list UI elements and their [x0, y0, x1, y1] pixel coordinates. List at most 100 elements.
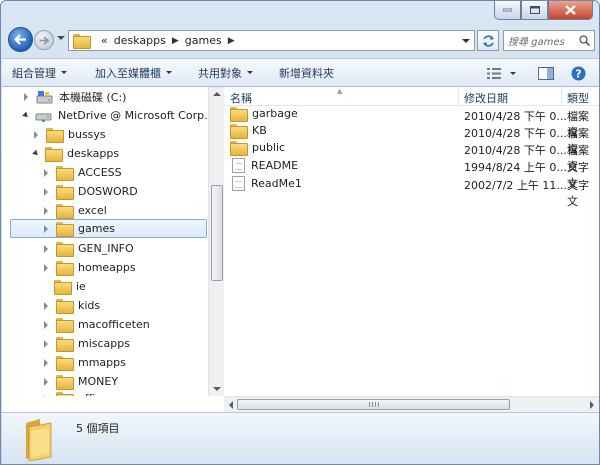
address-history-dropdown[interactable] [462, 39, 470, 43]
organize-menu[interactable]: 組合管理 [2, 62, 77, 84]
expand-icon[interactable] [44, 339, 48, 348]
expand-icon[interactable] [44, 301, 48, 310]
file-date: 1994/8/24 上午 0... [464, 161, 567, 174]
caption-buttons [494, 1, 593, 20]
list-horizontal-scrollbar[interactable] [224, 396, 599, 412]
breadcrumb-chevron-icon[interactable]: ▶ [228, 36, 235, 46]
back-button[interactable] [8, 27, 33, 52]
tree-item-homeapps[interactable]: homeapps [42, 258, 136, 277]
expand-icon[interactable] [44, 168, 48, 177]
new-folder-button[interactable]: 新增資料夾 [269, 62, 344, 84]
expand-icon[interactable] [44, 263, 48, 272]
expand-icon[interactable] [44, 206, 48, 215]
new-folder-label: 新增資料夾 [279, 66, 334, 80]
share-with-menu[interactable]: 共用對象 [188, 62, 263, 84]
expand-icon[interactable] [44, 320, 48, 329]
expand-icon[interactable] [44, 244, 48, 253]
tree-item-macofficeten[interactable]: macofficeten [42, 315, 150, 334]
tree-item-bussys[interactable]: bussys [32, 125, 106, 144]
forward-arrow-icon [39, 35, 49, 45]
column-name[interactable]: 名稱 [230, 90, 252, 106]
file-row-readme1[interactable]: ReadMe1 2002/7/2 上午 11... 文字文 [224, 175, 599, 208]
tree-item-deskapps[interactable]: deskapps [32, 144, 119, 163]
scrollbar-thumb[interactable] [211, 185, 223, 281]
file-date: 2010/4/28 下午 0... [464, 144, 567, 157]
change-view-button[interactable] [483, 62, 505, 84]
scroll-right-icon[interactable] [590, 401, 594, 409]
folder-icon [26, 419, 52, 461]
file-row-garbage[interactable]: garbage 2010/4/28 下午 0... 檔案資 [224, 106, 599, 139]
expand-icon[interactable] [44, 224, 48, 233]
maximize-button[interactable] [521, 1, 548, 20]
tree-item-ie[interactable]: ie [42, 277, 86, 296]
tree-item-excel[interactable]: excel [42, 201, 107, 220]
file-row-readme[interactable]: README 1994/8/24 上午 0... 文字文 [224, 157, 599, 190]
breadcrumb-games[interactable]: games [185, 34, 222, 47]
close-button[interactable] [548, 1, 593, 20]
text-file-icon [232, 158, 245, 173]
tree-item-mmapps[interactable]: mmapps [42, 353, 126, 372]
help-icon: ? [571, 66, 585, 80]
collapse-icon[interactable] [22, 111, 30, 120]
tree-item-gen-info[interactable]: GEN_INFO [42, 239, 134, 258]
file-row-kb[interactable]: KB 2010/4/28 下午 0... 檔案資 [224, 123, 599, 156]
preview-pane-button[interactable] [535, 62, 557, 84]
tree-item-label: 本機磁碟 (C:) [59, 90, 127, 104]
tree-item-dosword[interactable]: DOSWORD [42, 182, 138, 201]
view-options-dropdown[interactable] [507, 62, 519, 84]
breadcrumb-overflow[interactable]: « [101, 34, 108, 47]
scroll-left-icon[interactable] [229, 401, 233, 409]
scroll-down-icon[interactable] [213, 387, 221, 391]
breadcrumb-deskapps[interactable]: deskapps [114, 34, 166, 47]
tree-item-office[interactable]: office [42, 389, 108, 396]
collapse-icon[interactable] [32, 149, 40, 158]
folder-icon [230, 141, 248, 156]
refresh-button[interactable] [477, 30, 499, 51]
folder-icon [73, 34, 91, 49]
forward-button[interactable] [34, 30, 54, 50]
tree-item-games[interactable]: games [10, 219, 207, 238]
tree-item-access[interactable]: ACCESS [42, 163, 122, 182]
share-with-label: 共用對象 [198, 66, 242, 80]
folder-icon [46, 128, 64, 143]
column-header: ▲ 名稱 修改日期 類型 [224, 87, 599, 106]
breadcrumb-chevron-icon[interactable]: ▶ [172, 36, 179, 46]
recent-pages-dropdown[interactable] [57, 36, 65, 40]
tree-item-local-disk[interactable]: 本機磁碟 (C:) [22, 87, 126, 106]
minimize-icon [503, 8, 512, 12]
file-row-public[interactable]: public 2010/4/28 下午 0... 檔案資 [224, 140, 599, 173]
scroll-up-icon[interactable] [213, 92, 221, 96]
help-button[interactable]: ? [567, 62, 589, 84]
expand-icon[interactable] [44, 187, 48, 196]
column-divider[interactable] [458, 87, 459, 106]
address-bar[interactable]: « deskapps ▶ games ▶ [68, 30, 475, 51]
file-date: 2010/4/28 下午 0... [464, 127, 567, 140]
tree-item-miscapps[interactable]: miscapps [42, 334, 130, 353]
tree-item-label: games [78, 222, 115, 235]
include-library-menu[interactable]: 加入至媒體櫃 [85, 62, 182, 84]
scrollbar-thumb[interactable] [237, 399, 510, 410]
tree-item-label: deskapps [67, 147, 120, 160]
folder-icon [56, 356, 74, 371]
minimize-button[interactable] [494, 1, 521, 20]
expand-icon[interactable] [44, 377, 48, 386]
expand-icon[interactable] [44, 358, 48, 367]
folder-icon [56, 185, 74, 200]
search-box[interactable]: 搜尋 games [503, 30, 595, 51]
tree-item-label: NetDrive @ Microsoft Corp., Inte [58, 109, 208, 122]
tree-vertical-scrollbar[interactable] [208, 87, 224, 396]
tree-item-label: GEN_INFO [78, 242, 134, 255]
file-list: ▲ 名稱 修改日期 類型 garbage 2010/4/28 下午 0... 檔… [224, 87, 599, 396]
item-count: 5 個項目 [76, 422, 120, 435]
tree-item-kids[interactable]: kids [42, 296, 100, 315]
tree-item-netdrive[interactable]: NetDrive @ Microsoft Corp., Inte [22, 106, 208, 125]
file-name: garbage [252, 107, 298, 120]
tree-item-label: mmapps [78, 356, 126, 369]
column-date[interactable]: 修改日期 [464, 90, 508, 106]
expand-icon[interactable] [34, 130, 38, 139]
tree-item-label: ACCESS [78, 166, 122, 179]
column-divider[interactable] [561, 87, 562, 106]
expand-icon[interactable] [24, 92, 28, 101]
text-file-icon [232, 176, 245, 191]
column-type[interactable]: 類型 [567, 90, 589, 106]
